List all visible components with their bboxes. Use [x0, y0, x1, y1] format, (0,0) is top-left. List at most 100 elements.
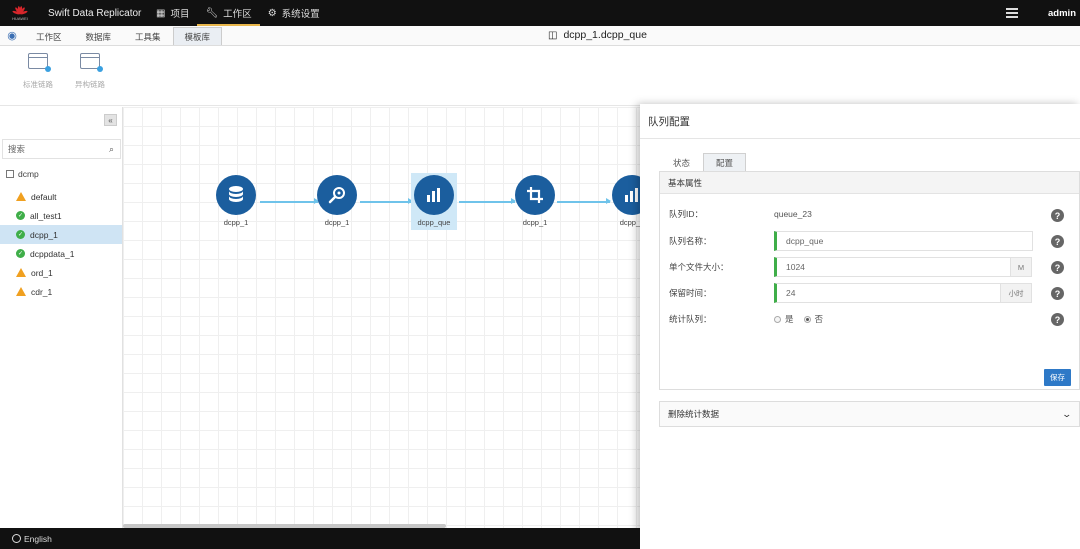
search-box: ⌕	[2, 139, 121, 159]
queue-icon	[612, 175, 640, 215]
tree-list: default ✓ all_test1 ✓ dcpp_1 ✓ dcppdata_…	[0, 187, 122, 301]
stats-queue-label: 统计队列：	[669, 314, 712, 324]
calendar-icon: ▦	[156, 7, 166, 19]
tree-item-dcppdata-1[interactable]: ✓ dcppdata_1	[0, 244, 122, 263]
delete-stats-section[interactable]: 删除统计数据 ⌄	[659, 401, 1080, 427]
standard-link-button[interactable]: 标准链路	[14, 46, 62, 105]
nav-workspace-label: 工作区	[223, 9, 252, 20]
warning-icon	[16, 287, 26, 296]
flow-node-capture[interactable]: dcpp_1	[314, 175, 360, 227]
language-switch[interactable]: English	[24, 534, 52, 544]
help-icon[interactable]: ?	[1051, 209, 1064, 222]
left-panel: « ⌕ dcmp default ✓ all_test1 ✓ dcpp_1 ✓ …	[0, 107, 123, 528]
database-icon	[216, 175, 256, 215]
check-icon: ✓	[16, 249, 25, 258]
file-size-row: 单个文件大小： 1024 M	[669, 257, 1069, 277]
warning-icon	[16, 268, 26, 277]
queue-id-label: 队列ID：	[669, 209, 704, 219]
flow-node-transform[interactable]: dcpp_1	[512, 175, 558, 227]
nav-settings[interactable]: ⚙ 系统设置	[260, 0, 328, 26]
globe-icon	[12, 534, 21, 543]
tree-item-all-test1[interactable]: ✓ all_test1	[0, 206, 122, 225]
huawei-logo: HUAWEI	[0, 5, 34, 21]
hetero-link-button[interactable]: 异构链路	[66, 46, 114, 105]
radio-no-label: 否	[814, 314, 824, 324]
file-size-unit: M	[1011, 257, 1032, 277]
tab-workspace[interactable]: 工作区	[24, 27, 74, 45]
search-input[interactable]	[8, 144, 98, 154]
flow-node-queue[interactable]: dcpp_1	[609, 175, 640, 227]
tab-config[interactable]: 配置	[703, 153, 747, 172]
tab-templates[interactable]: 模板库	[172, 27, 223, 45]
search-icon[interactable]: ⌕	[109, 144, 114, 155]
radio-no[interactable]	[803, 315, 811, 323]
app-title: Swift Data Replicator	[48, 7, 142, 19]
help-icon[interactable]: ?	[1051, 261, 1064, 274]
wrench-icon: 🔧︎	[205, 7, 219, 19]
queue-name-input[interactable]: dcpp_que	[774, 231, 1033, 251]
user-menu[interactable]: admin	[1048, 8, 1080, 19]
top-bar: HUAWEI Swift Data Replicator ▦ 项目 🔧︎ 工作区…	[0, 0, 1080, 26]
huawei-logo-icon	[12, 5, 28, 14]
tab-database[interactable]: 数据库	[74, 27, 124, 45]
tree-item-cdr-1[interactable]: cdr_1	[0, 282, 122, 301]
nav-projects-label: 项目	[170, 9, 190, 20]
help-icon[interactable]: ?	[1051, 313, 1064, 326]
link-icon	[28, 53, 51, 72]
tab-toolset[interactable]: 工具集	[123, 27, 173, 45]
file-size-input[interactable]: 1024	[774, 257, 1011, 277]
document-title: ◫ dcpp_1.dcpp_que	[548, 29, 647, 41]
document-icon: ◫	[548, 29, 558, 41]
flow-node-label: dcpp_1	[619, 218, 640, 227]
tree-item-label: dcppdata_1	[30, 248, 75, 259]
retention-input[interactable]: 24	[774, 283, 1001, 303]
logo-text: HUAWEI	[12, 15, 28, 21]
workspace-tabs: ◉ 工作区 数据库 工具集 模板库 ◫ dcpp_1.dcpp_que	[0, 26, 1080, 46]
flow-edge	[260, 198, 319, 204]
tree-item-label: default	[31, 191, 57, 202]
toolbar: 标准链路 异构链路	[0, 46, 1080, 106]
retention-label: 保留时间：	[669, 288, 712, 298]
flow-edge	[557, 198, 611, 204]
flow-canvas[interactable]: dcpp_1 dcpp_1 dcpp_que dcpp_1 dcpp_	[123, 107, 640, 528]
nav-projects[interactable]: ▦ 项目	[148, 0, 197, 26]
help-icon[interactable]: ?	[1051, 287, 1064, 300]
tree-item-ord-1[interactable]: ord_1	[0, 263, 122, 282]
user-icon[interactable]: ◉	[0, 25, 24, 45]
retention-row: 保留时间： 24 小时	[669, 283, 1069, 303]
help-icon[interactable]: ?	[1051, 235, 1064, 248]
queue-name-row: 队列名称： dcpp_que	[669, 231, 1069, 251]
queue-name-label: 队列名称：	[669, 236, 712, 246]
flow-node-queue-selected[interactable]: dcpp_que	[411, 173, 457, 230]
tab-status[interactable]: 状态	[660, 153, 703, 172]
check-icon: ✓	[16, 211, 25, 220]
flow-node-database[interactable]: dcpp_1	[213, 175, 259, 227]
queue-id-value: queue_23	[774, 209, 812, 219]
collapse-left-icon[interactable]: «	[104, 114, 117, 126]
folder-icon	[6, 170, 14, 178]
flow-node-label: dcpp_que	[417, 218, 451, 227]
file-size-label: 单个文件大小：	[669, 262, 729, 272]
section-header: 基本属性	[660, 172, 1079, 194]
transform-icon	[515, 175, 555, 215]
tree-root[interactable]: dcmp	[6, 169, 39, 179]
queue-id-row: 队列ID： queue_23	[669, 204, 1069, 224]
standard-link-label: 标准链路	[23, 80, 53, 89]
flow-edge	[459, 198, 516, 204]
queue-config-panel: 队列配置 状态 配置 基本属性 队列ID： queue_23 ? 队列名称： d…	[640, 104, 1080, 549]
tree-item-default[interactable]: default	[0, 187, 122, 206]
tree-item-dcpp-1[interactable]: ✓ dcpp_1	[0, 225, 122, 244]
capture-icon	[317, 175, 357, 215]
save-button[interactable]: 保存	[1044, 369, 1071, 386]
radio-yes[interactable]	[774, 315, 781, 323]
tree-item-label: ord_1	[31, 267, 53, 278]
menu-icon[interactable]	[1006, 6, 1019, 20]
flow-node-label: dcpp_1	[324, 218, 350, 227]
basic-properties-card: 基本属性 队列ID： queue_23 ? 队列名称： dcpp_que ? 单…	[659, 171, 1080, 390]
retention-unit: 小时	[1001, 283, 1032, 303]
tree-item-label: cdr_1	[31, 286, 53, 297]
nav-workspace[interactable]: 🔧︎ 工作区	[197, 0, 260, 26]
delete-stats-label: 删除统计数据	[668, 409, 720, 419]
chevron-down-icon: ⌄	[1061, 408, 1073, 419]
warning-icon	[16, 192, 26, 201]
